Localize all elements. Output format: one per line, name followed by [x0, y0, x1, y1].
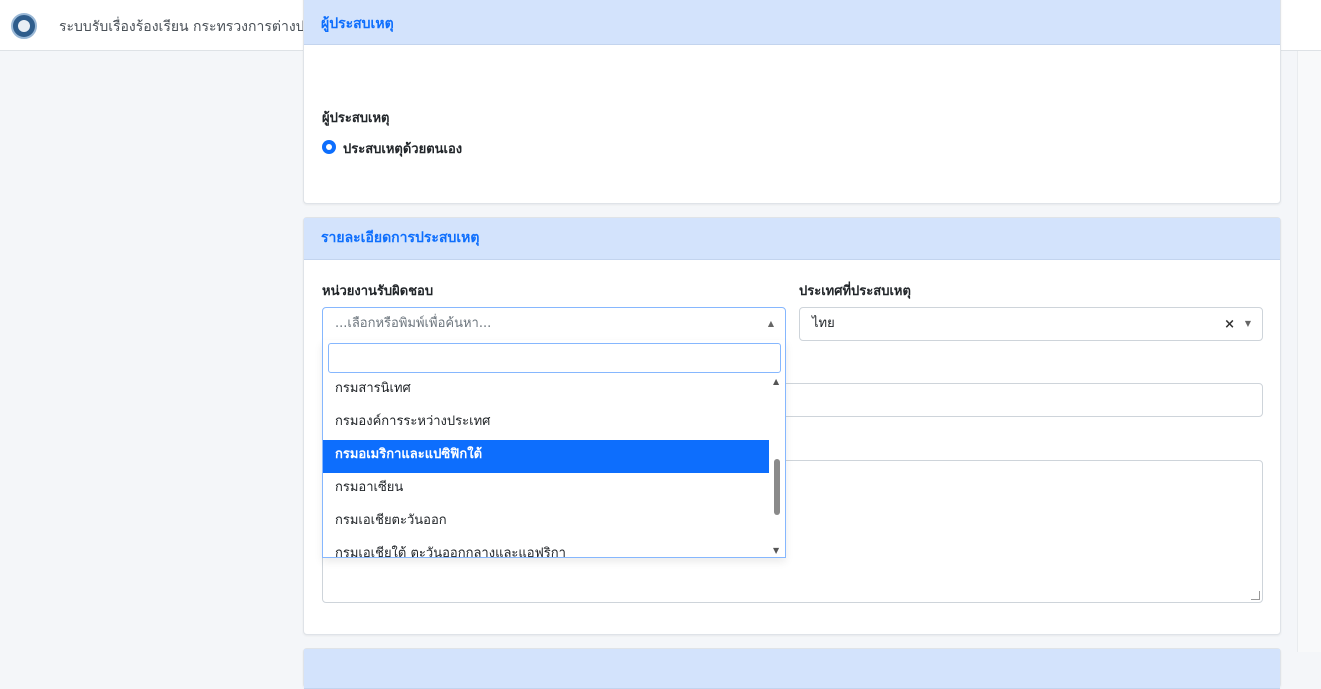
- incident-section-title: รายละเอียดการประสบเหตุ: [304, 218, 1280, 260]
- next-section-header: [304, 649, 1280, 689]
- reporter-section-title: ผู้ประสบเหตุ: [304, 0, 1280, 45]
- dropdown-scrollbar[interactable]: ▲ ▼: [769, 374, 785, 557]
- ministry-seal-icon[interactable]: [11, 13, 37, 39]
- resize-handle-icon[interactable]: [1251, 591, 1260, 600]
- country-label: ประเทศที่ประสบเหตุ: [799, 284, 911, 299]
- dropdown-option[interactable]: กรมเอเชียใต้ ตะวันออกกลางและแอฟริกา: [323, 539, 770, 557]
- agency-label: หน่วยงานรับผิดชอบ: [322, 284, 434, 299]
- app-title[interactable]: ระบบรับเรื่องร้องเรียน กระทรวงการต่างประ…: [59, 16, 343, 38]
- dropdown-option-highlighted[interactable]: กรมอเมริกาและแปซิฟิกใต้: [323, 440, 770, 473]
- reporter-card: ผู้ประสบเหตุ ผู้ประสบเหตุ ประสบเหตุด้วยต…: [303, 0, 1281, 204]
- clear-selection-icon[interactable]: ×: [1224, 309, 1235, 341]
- dropdown-option[interactable]: กรมสารนิเทศ: [323, 374, 770, 407]
- chevron-down-icon[interactable]: ▼: [1245, 308, 1251, 340]
- radio-self-reported-label[interactable]: ประสบเหตุด้วยตนเอง: [343, 138, 462, 159]
- dropdown-option[interactable]: กรมองค์การระหว่างประเทศ: [323, 407, 770, 440]
- radio-button-icon[interactable]: [322, 140, 336, 154]
- country-select[interactable]: ไทย × ▼: [799, 307, 1263, 341]
- country-select-value: ไทย: [812, 316, 835, 331]
- scroll-up-icon[interactable]: ▲: [773, 377, 779, 386]
- dropdown-option[interactable]: กรมอาเซียน: [323, 473, 770, 506]
- scrollbar-thumb[interactable]: [774, 459, 780, 515]
- dropdown-option[interactable]: กรมเอเชียตะวันออก: [323, 506, 770, 539]
- agency-dropdown: กรมสารนิเทศ กรมองค์การระหว่างประเทศ กรมอ…: [322, 340, 786, 558]
- agency-select[interactable]: ...เลือกหรือพิมพ์เพื่อค้นหา... ▲: [322, 307, 786, 341]
- next-section-card: [303, 648, 1281, 689]
- dropdown-search-input[interactable]: [328, 343, 781, 373]
- reporter-field-label: ผู้ประสบเหตุ: [322, 111, 390, 126]
- agency-select-placeholder: ...เลือกหรือพิมพ์เพื่อค้นหา...: [335, 316, 492, 331]
- dropdown-options-list: กรมสารนิเทศ กรมองค์การระหว่างประเทศ กรมอ…: [323, 374, 770, 557]
- chevron-up-icon[interactable]: ▲: [768, 308, 774, 340]
- scroll-down-icon[interactable]: ▼: [773, 546, 779, 555]
- right-panel-strip: [1297, 51, 1321, 652]
